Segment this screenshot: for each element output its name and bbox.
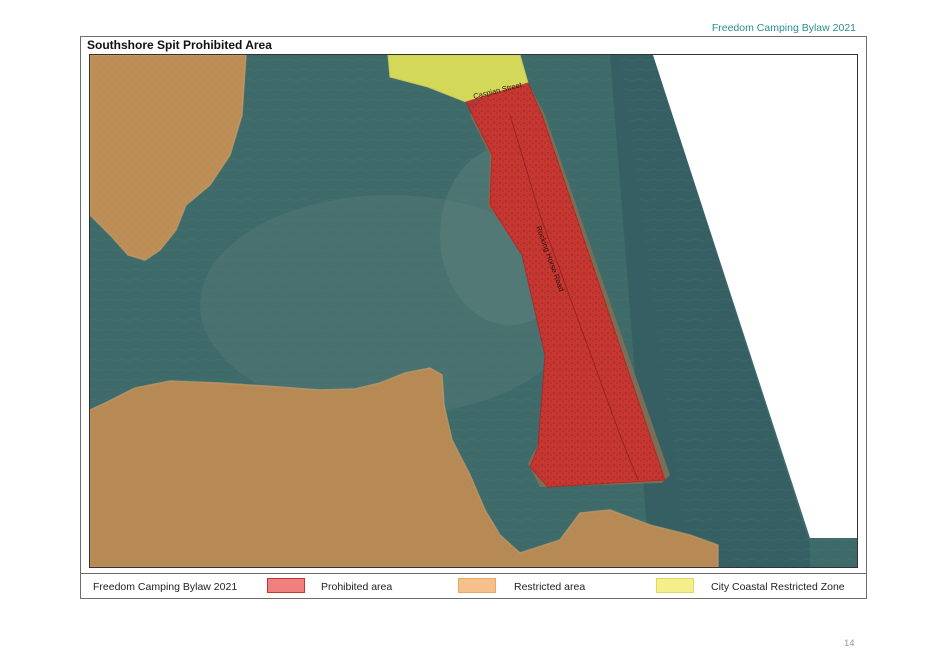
- page-number: 14: [844, 638, 855, 649]
- legend-swatch-coastal-zone: [656, 578, 694, 593]
- document-header-title: Freedom Camping Bylaw 2021: [711, 22, 856, 34]
- map-title: Southshore Spit Prohibited Area: [87, 38, 272, 52]
- map-figure: Southshore Spit Prohibited Area Caspian …: [80, 36, 867, 599]
- map-legend: Freedom Camping Bylaw 2021 Prohibited ar…: [81, 573, 866, 598]
- legend-bylaw-label: Freedom Camping Bylaw 2021: [93, 581, 238, 593]
- legend-label-restricted: Restricted area: [514, 581, 586, 593]
- legend-label-coastal-zone: City Coastal Restricted Zone: [711, 581, 845, 593]
- map-view: Caspian Street Rocking Horse Road: [89, 54, 858, 568]
- legend-label-prohibited: Prohibited area: [321, 581, 393, 593]
- legend-swatch-prohibited: [267, 578, 305, 593]
- map-canvas: Caspian Street Rocking Horse Road: [90, 55, 857, 567]
- legend-swatch-restricted: [458, 578, 496, 593]
